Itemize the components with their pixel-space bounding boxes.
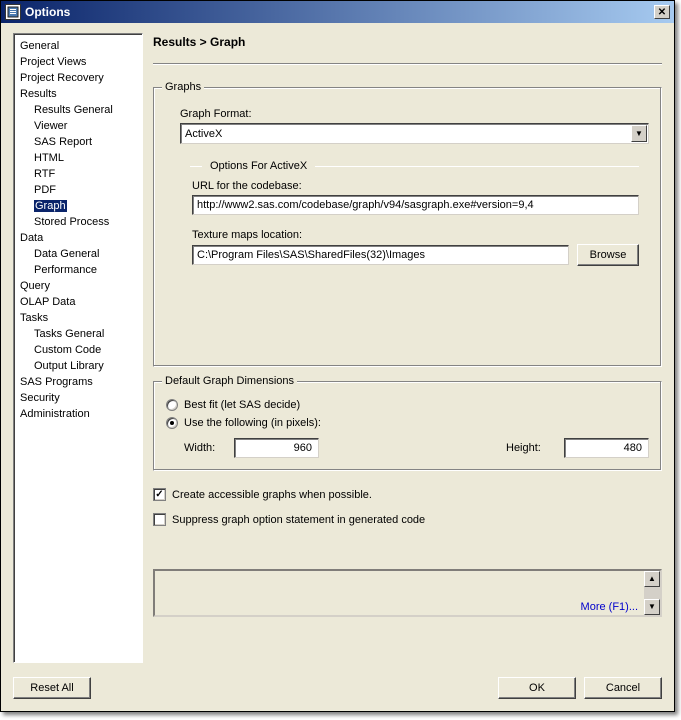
tree-item-sas-programs[interactable]: SAS Programs — [16, 374, 140, 390]
tree-item-data[interactable]: Data — [16, 230, 140, 246]
graph-format-label: Graph Format: — [180, 108, 649, 120]
graphs-legend: Graphs — [162, 81, 204, 93]
window-title: Options — [25, 5, 654, 19]
suppress-label: Suppress graph option statement in gener… — [172, 514, 425, 526]
options-for-label: Options For ActiveX — [210, 160, 307, 172]
divider — [153, 63, 662, 65]
tree-item-data-general[interactable]: Data General — [16, 246, 140, 262]
suppress-checkbox[interactable]: Suppress graph option statement in gener… — [153, 510, 662, 529]
tree-item-results[interactable]: Results — [16, 86, 140, 102]
graph-format-value: ActiveX — [181, 128, 630, 140]
scroll-up-icon[interactable]: ▲ — [644, 571, 660, 587]
tree-item-graph[interactable]: Graph — [16, 198, 140, 214]
description-box: ▲ ▼ More (F1)... — [153, 569, 662, 617]
tree-item-output-library[interactable]: Output Library — [16, 358, 140, 374]
tree-item-general[interactable]: General — [16, 38, 140, 54]
checkbox-icon — [153, 488, 166, 501]
tree-item-html[interactable]: HTML — [16, 150, 140, 166]
tree-item-project-views[interactable]: Project Views — [16, 54, 140, 70]
url-label: URL for the codebase: — [192, 180, 639, 192]
tree-item-tasks-general[interactable]: Tasks General — [16, 326, 140, 342]
height-input[interactable] — [564, 438, 649, 458]
tree-item-rtf[interactable]: RTF — [16, 166, 140, 182]
width-label: Width: — [166, 442, 226, 454]
ok-button[interactable]: OK — [498, 677, 576, 699]
titlebar: Options ✕ — [1, 1, 674, 23]
tree-item-performance[interactable]: Performance — [16, 262, 140, 278]
tree-item-project-recovery[interactable]: Project Recovery — [16, 70, 140, 86]
tree-item-security[interactable]: Security — [16, 390, 140, 406]
tree-item-pdf[interactable]: PDF — [16, 182, 140, 198]
graph-format-select[interactable]: ActiveX ▼ — [180, 123, 649, 144]
dimensions-fieldset: Default Graph Dimensions Best fit (let S… — [153, 381, 662, 471]
tree-item-tasks[interactable]: Tasks — [16, 310, 140, 326]
close-button[interactable]: ✕ — [654, 5, 670, 19]
cancel-button[interactable]: Cancel — [584, 677, 662, 699]
best-fit-radio[interactable]: Best fit (let SAS decide) — [166, 396, 649, 414]
category-tree[interactable]: GeneralProject ViewsProject RecoveryResu… — [13, 33, 143, 663]
tree-item-query[interactable]: Query — [16, 278, 140, 294]
use-following-label: Use the following (in pixels): — [184, 417, 321, 429]
options-dialog: Options ✕ GeneralProject ViewsProject Re… — [0, 0, 675, 712]
dimensions-legend: Default Graph Dimensions — [162, 375, 297, 387]
use-following-radio[interactable]: Use the following (in pixels): — [166, 414, 649, 432]
accessible-checkbox[interactable]: Create accessible graphs when possible. — [153, 485, 662, 504]
reset-all-button[interactable]: Reset All — [13, 677, 91, 699]
app-icon — [5, 4, 21, 20]
url-input[interactable] — [192, 195, 639, 215]
accessible-label: Create accessible graphs when possible. — [172, 489, 372, 501]
tree-item-stored-process[interactable]: Stored Process — [16, 214, 140, 230]
radio-icon — [166, 399, 178, 411]
more-link[interactable]: More (F1)... — [581, 601, 638, 613]
chevron-down-icon: ▼ — [631, 125, 647, 142]
best-fit-label: Best fit (let SAS decide) — [184, 399, 300, 411]
dialog-footer: Reset All OK Cancel — [13, 677, 662, 699]
main-panel: Results > Graph Graphs Graph Format: Act… — [153, 33, 662, 663]
checkbox-icon — [153, 513, 166, 526]
height-label: Height: — [506, 442, 556, 454]
tree-item-administration[interactable]: Administration — [16, 406, 140, 422]
texture-input[interactable] — [192, 245, 569, 265]
tree-item-results-general[interactable]: Results General — [16, 102, 140, 118]
tree-item-custom-code[interactable]: Custom Code — [16, 342, 140, 358]
graphs-fieldset: Graphs Graph Format: ActiveX ▼ Options F… — [153, 87, 662, 367]
tree-item-sas-report[interactable]: SAS Report — [16, 134, 140, 150]
scroll-down-icon[interactable]: ▼ — [644, 599, 660, 615]
breadcrumb: Results > Graph — [153, 33, 662, 63]
radio-icon — [166, 417, 178, 429]
texture-label: Texture maps location: — [192, 229, 639, 241]
width-input[interactable] — [234, 438, 319, 458]
tree-item-viewer[interactable]: Viewer — [16, 118, 140, 134]
browse-button[interactable]: Browse — [577, 244, 639, 266]
tree-item-olap-data[interactable]: OLAP Data — [16, 294, 140, 310]
scrollbar[interactable]: ▲ ▼ — [644, 571, 660, 615]
